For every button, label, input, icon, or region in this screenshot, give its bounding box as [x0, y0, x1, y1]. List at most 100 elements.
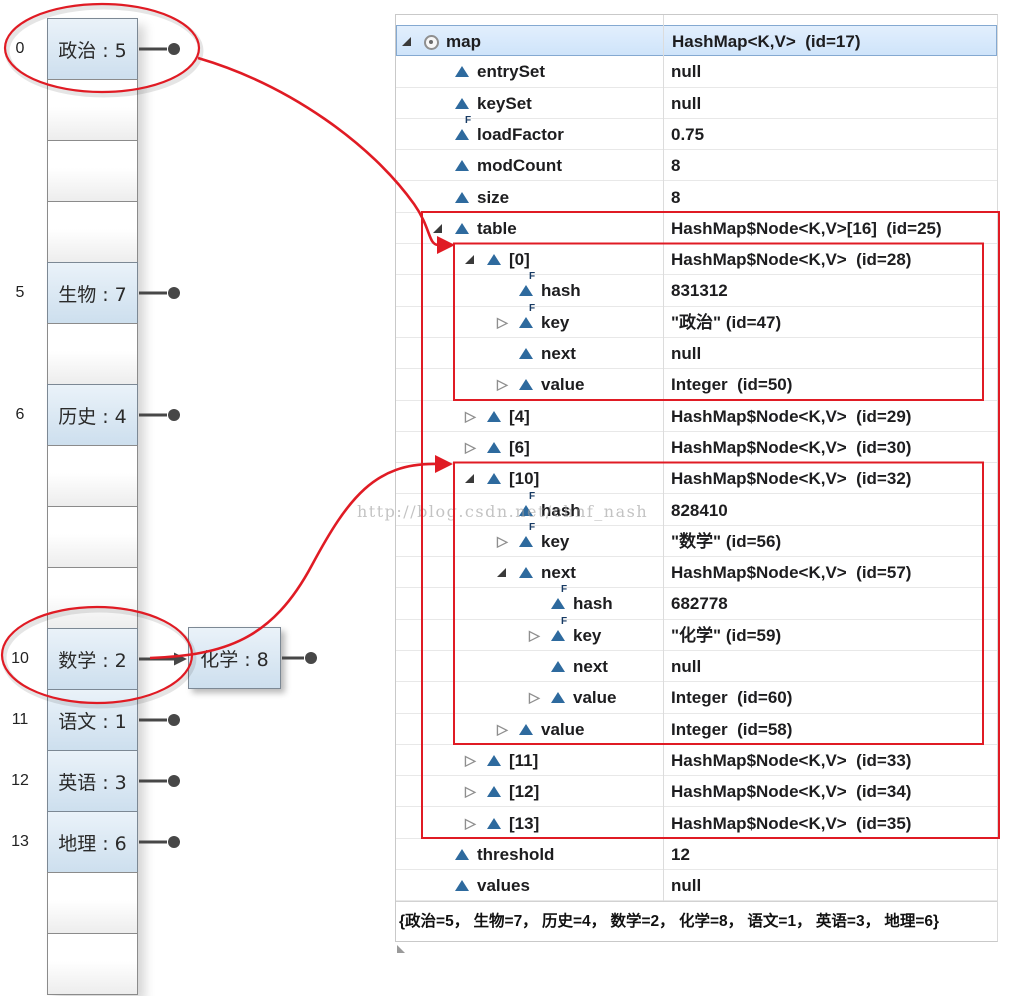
variable-row[interactable]: valueInteger (id=58)	[396, 714, 997, 745]
field-icon	[487, 786, 501, 797]
bucket-cell-text: 语文 : 1	[58, 707, 127, 734]
field-icon	[519, 567, 533, 578]
field-icon	[455, 129, 469, 140]
bucket-index-label: 6	[2, 384, 38, 446]
expander-collapsed-icon[interactable]	[465, 808, 476, 839]
variable-row[interactable]: tableHashMap$Node<K,V>[16] (id=25)	[396, 213, 997, 244]
bucket-cell-text: 历史 : 4	[58, 402, 127, 429]
variable-row[interactable]: [10]HashMap$Node<K,V> (id=32)	[396, 463, 997, 494]
variable-row[interactable]: nextnull	[396, 338, 997, 369]
variable-row[interactable]: hash831312	[396, 275, 997, 306]
null-terminator-dot-icon	[305, 652, 317, 664]
expander-collapsed-icon[interactable]	[497, 714, 508, 745]
variable-row[interactable]: [11]HashMap$Node<K,V> (id=33)	[396, 745, 997, 776]
variable-name: key	[541, 526, 569, 557]
variable-row[interactable]: mapHashMap<K,V> (id=17)	[396, 25, 997, 56]
null-terminator-dot-icon	[168, 287, 180, 299]
variable-value: null	[671, 56, 701, 87]
expander-open-icon[interactable]	[465, 255, 474, 264]
expander-collapsed-icon[interactable]	[497, 307, 508, 338]
variable-row[interactable]: threshold12	[396, 839, 997, 870]
expander-collapsed-icon[interactable]	[465, 432, 476, 463]
variable-row[interactable]: modCount8	[396, 150, 997, 181]
bucket-cell-text: 政治 : 5	[58, 36, 127, 63]
expander-open-icon[interactable]	[402, 37, 411, 46]
variable-row[interactable]: [13]HashMap$Node<K,V> (id=35)	[396, 808, 997, 839]
variable-value: 682778	[671, 588, 728, 619]
variable-row[interactable]: nextnull	[396, 651, 997, 682]
variable-value: "化学" (id=59)	[671, 620, 781, 651]
expander-open-icon[interactable]	[465, 474, 474, 483]
variable-row[interactable]: [12]HashMap$Node<K,V> (id=34)	[396, 776, 997, 807]
variable-value: Integer (id=60)	[671, 682, 792, 713]
field-icon	[487, 755, 501, 766]
expander-collapsed-icon[interactable]	[465, 401, 476, 432]
field-icon	[455, 223, 469, 234]
hashmap-debugger-figure: 0政治 : 55生物 : 76历史 : 410数学 : 211语文 : 112英…	[0, 0, 1009, 996]
variable-row[interactable]: [0]HashMap$Node<K,V> (id=28)	[396, 244, 997, 275]
null-terminator-dot-icon	[168, 409, 180, 421]
variable-name: key	[541, 307, 569, 338]
bucket-cell-text: 生物 : 7	[58, 280, 127, 307]
field-icon	[519, 317, 533, 328]
field-icon	[487, 411, 501, 422]
variable-row[interactable]: valueInteger (id=60)	[396, 682, 997, 713]
expander-collapsed-icon[interactable]	[465, 776, 476, 807]
variable-value: HashMap$Node<K,V> (id=28)	[671, 244, 911, 275]
bucket-cell-text: 英语 : 3	[58, 768, 127, 795]
null-terminator-dot-icon	[168, 836, 180, 848]
variable-row[interactable]: keySetnull	[396, 88, 997, 119]
variable-value: 828410	[671, 495, 728, 526]
variable-row[interactable]: [4]HashMap$Node<K,V> (id=29)	[396, 401, 997, 432]
variable-name: size	[477, 182, 509, 213]
variable-row[interactable]: [6]HashMap$Node<K,V> (id=30)	[396, 432, 997, 463]
field-icon	[487, 818, 501, 829]
expander-open-icon[interactable]	[433, 224, 442, 233]
variable-value: HashMap$Node<K,V> (id=32)	[671, 463, 911, 494]
variable-value: Integer (id=58)	[671, 714, 792, 745]
variable-name: next	[541, 557, 576, 588]
variable-name: threshold	[477, 839, 554, 870]
expander-collapsed-icon[interactable]	[497, 369, 508, 400]
field-icon	[519, 285, 533, 296]
resize-grip-icon[interactable]	[397, 945, 405, 953]
variable-name: entrySet	[477, 56, 545, 87]
expander-collapsed-icon[interactable]	[497, 526, 508, 557]
bucket-cell-text: 数学 : 2	[58, 646, 127, 673]
variable-row[interactable]: nextHashMap$Node<K,V> (id=57)	[396, 557, 997, 588]
column-divider[interactable]	[663, 15, 664, 902]
expander-collapsed-icon[interactable]	[529, 682, 540, 713]
variable-row[interactable]: valueInteger (id=50)	[396, 369, 997, 400]
expander-collapsed-icon[interactable]	[529, 620, 540, 651]
variable-row[interactable]: entrySet null	[396, 56, 997, 87]
expander-collapsed-icon[interactable]	[465, 745, 476, 776]
variable-row[interactable]: key"政治" (id=47)	[396, 307, 997, 338]
field-icon	[487, 254, 501, 265]
variable-value: Integer (id=50)	[671, 369, 792, 400]
variable-name: keySet	[477, 88, 532, 119]
variable-row[interactable]: hash682778	[396, 588, 997, 619]
variable-name: [11]	[509, 745, 538, 776]
bucket-cell: 英语 : 3	[47, 750, 138, 812]
field-icon	[519, 348, 533, 359]
watermark-text: http://blog.csdn.net/chnf_nash	[357, 502, 648, 521]
variable-row[interactable]: size8	[396, 182, 997, 213]
bucket-cell: 地理 : 6	[47, 811, 138, 873]
variable-name: key	[573, 620, 601, 651]
bucket-index-label: 13	[2, 811, 38, 873]
bucket-index-label: 12	[2, 750, 38, 812]
bucket-cell: 历史 : 4	[47, 384, 138, 446]
expander-open-icon[interactable]	[497, 568, 506, 577]
field-icon	[551, 598, 565, 609]
variable-name: [4]	[509, 401, 530, 432]
variable-row[interactable]: key "化学" (id=59)	[396, 620, 997, 651]
variable-row[interactable]: loadFactor0.75	[396, 119, 997, 150]
variable-name: loadFactor	[477, 119, 564, 150]
variable-name: next	[541, 338, 576, 369]
variable-value: HashMap$Node<K,V> (id=35)	[671, 808, 911, 839]
variable-name: table	[477, 213, 517, 244]
variable-row[interactable]: key"数学" (id=56)	[396, 526, 997, 557]
variable-row[interactable]: valuesnull	[396, 870, 997, 901]
bucket-cell-empty	[47, 933, 138, 995]
field-icon	[455, 192, 469, 203]
